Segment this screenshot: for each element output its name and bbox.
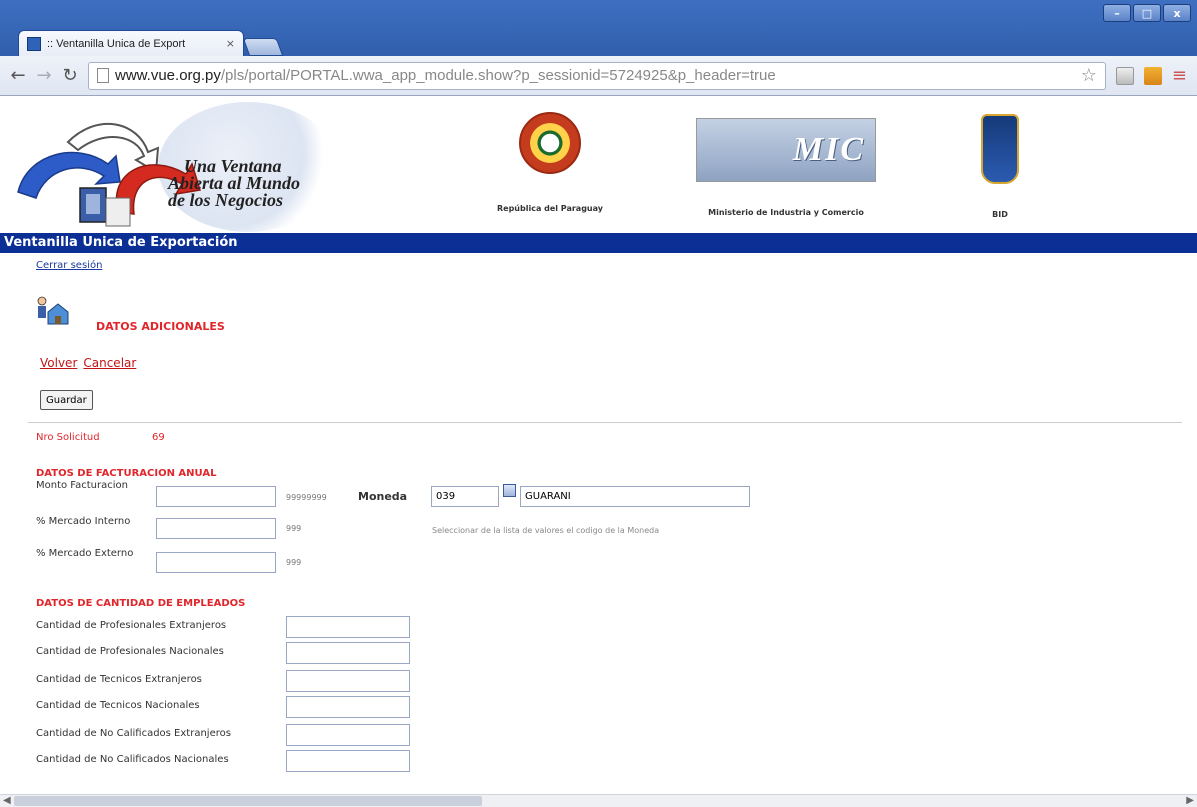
partner-label: Ministerio de Industria y Comercio bbox=[708, 208, 864, 217]
page-icon bbox=[97, 68, 109, 83]
save-button[interactable]: Guardar bbox=[40, 390, 93, 410]
no-calificados-nacionales-input[interactable] bbox=[286, 750, 410, 772]
bid-logo-icon bbox=[981, 114, 1019, 184]
partner-bid[interactable]: BID bbox=[960, 106, 1040, 219]
section-title: DATOS ADICIONALES bbox=[96, 320, 225, 333]
format-mask: 99999999 bbox=[286, 493, 327, 502]
monto-facturacion-input[interactable] bbox=[156, 486, 276, 507]
list-of-values-icon[interactable] bbox=[503, 484, 516, 497]
url-path: /pls/portal/PORTAL.wwa_app_module.show?p… bbox=[220, 67, 776, 84]
horizontal-scrollbar[interactable]: ◀ ▶ bbox=[0, 794, 1197, 807]
tecnicos-extranjeros-input[interactable] bbox=[286, 670, 410, 692]
billing-section-heading: DATOS DE FACTURACION ANUAL bbox=[36, 468, 217, 479]
partner-paraguay[interactable]: República del Paraguay bbox=[480, 106, 620, 213]
site-header: Una Ventana Abierta al Mundo de los Nego… bbox=[0, 96, 1197, 232]
url-text[interactable]: www.vue.org.py/pls/portal/PORTAL.wwa_app… bbox=[115, 67, 776, 84]
browser-toolbar: ← → ↻ www.vue.org.py/pls/portal/PORTAL.w… bbox=[0, 56, 1197, 96]
address-bar[interactable]: www.vue.org.py/pls/portal/PORTAL.wwa_app… bbox=[88, 61, 1106, 90]
extension-icons: ≡ bbox=[1115, 65, 1187, 86]
profesionales-nacionales-input[interactable] bbox=[286, 642, 410, 664]
scroll-left-icon[interactable]: ◀ bbox=[3, 795, 11, 806]
request-number-value: 69 bbox=[152, 432, 165, 443]
tecnicos-nacionales-label: Cantidad de Tecnicos Nacionales bbox=[36, 700, 200, 711]
no-calificados-extranjeros-label: Cantidad de No Calificados Extranjeros bbox=[36, 728, 231, 739]
profesionales-extranjeros-input[interactable] bbox=[286, 616, 410, 638]
forward-arrow-icon[interactable]: → bbox=[36, 65, 52, 86]
back-link[interactable]: Volver bbox=[40, 356, 77, 370]
scrollbar-thumb[interactable] bbox=[14, 796, 482, 806]
mercado-interno-label: % Mercado Interno bbox=[36, 516, 131, 527]
no-calificados-nacionales-label: Cantidad de No Calificados Nacionales bbox=[36, 754, 229, 765]
nav-links: Volver Cancelar bbox=[40, 356, 136, 370]
window-controls: – □ x bbox=[1103, 4, 1191, 22]
employees-section-heading: DATOS DE CANTIDAD DE EMPLEADOS bbox=[36, 598, 246, 609]
mic-logo-text: MIC bbox=[792, 131, 865, 168]
back-arrow-icon[interactable]: ← bbox=[10, 65, 26, 86]
cancel-link[interactable]: Cancelar bbox=[83, 356, 136, 370]
tab-title: :: Ventanilla Unica de Export bbox=[47, 37, 186, 50]
format-mask: 999 bbox=[286, 524, 302, 533]
bookmark-star-icon[interactable]: ☆ bbox=[1081, 65, 1097, 86]
currency-name-input[interactable] bbox=[520, 486, 750, 507]
scroll-right-icon[interactable]: ▶ bbox=[1186, 795, 1194, 806]
paraguay-seal-icon bbox=[519, 112, 581, 174]
divider bbox=[28, 422, 1182, 423]
gmail-extension-icon[interactable] bbox=[1115, 66, 1134, 85]
tab-close-icon[interactable]: × bbox=[226, 37, 235, 50]
menu-icon[interactable]: ≡ bbox=[1172, 65, 1187, 86]
partner-label: BID bbox=[992, 210, 1008, 219]
favicon-icon bbox=[27, 36, 41, 51]
main-content: Cerrar sesión DATOS ADICIONALES Volver C… bbox=[0, 254, 1182, 794]
currency-code-input[interactable] bbox=[431, 486, 499, 507]
maximize-button[interactable]: □ bbox=[1133, 4, 1161, 22]
currency-label: Moneda bbox=[358, 490, 408, 503]
tecnicos-extranjeros-label: Cantidad de Tecnicos Extranjeros bbox=[36, 674, 202, 685]
partner-label: República del Paraguay bbox=[496, 204, 603, 213]
mercado-interno-input[interactable] bbox=[156, 518, 276, 539]
profesionales-nacionales-label: Cantidad de Profesionales Nacionales bbox=[36, 646, 224, 657]
slogan-line: de los Negocios bbox=[168, 190, 283, 210]
slogan: Una Ventana Abierta al Mundo de los Nego… bbox=[168, 157, 300, 210]
adblock-extension-icon[interactable] bbox=[1143, 66, 1162, 85]
monto-facturacion-label: Monto Facturacion bbox=[36, 480, 128, 491]
app-title-bar: Ventanilla Unica de Exportación bbox=[0, 233, 1197, 253]
format-mask: 999 bbox=[286, 558, 302, 567]
url-domain: www.vue.org.py bbox=[115, 67, 221, 84]
reload-icon[interactable]: ↻ bbox=[62, 65, 78, 86]
logout-link[interactable]: Cerrar sesión bbox=[36, 260, 102, 271]
tecnicos-nacionales-input[interactable] bbox=[286, 696, 410, 718]
user-house-icon bbox=[37, 296, 69, 325]
currency-help-text: Seleccionar de la lista de valores el co… bbox=[432, 526, 660, 535]
close-window-button[interactable]: x bbox=[1163, 4, 1191, 22]
new-tab-button[interactable] bbox=[242, 38, 284, 56]
minimize-button[interactable]: – bbox=[1103, 4, 1131, 22]
browser-tab[interactable]: :: Ventanilla Unica de Export × bbox=[18, 30, 244, 56]
request-number-label: Nro Solicitud bbox=[36, 432, 100, 443]
mercado-externo-input[interactable] bbox=[156, 552, 276, 573]
mercado-externo-label: % Mercado Externo bbox=[36, 548, 134, 559]
profesionales-extranjeros-label: Cantidad de Profesionales Extranjeros bbox=[36, 620, 227, 631]
mic-logo-icon: MIC bbox=[696, 118, 876, 182]
partner-mic[interactable]: MIC Ministerio de Industria y Comercio bbox=[686, 106, 886, 217]
no-calificados-extranjeros-input[interactable] bbox=[286, 724, 410, 746]
site-logo[interactable]: Una Ventana Abierta al Mundo de los Nego… bbox=[8, 102, 348, 232]
